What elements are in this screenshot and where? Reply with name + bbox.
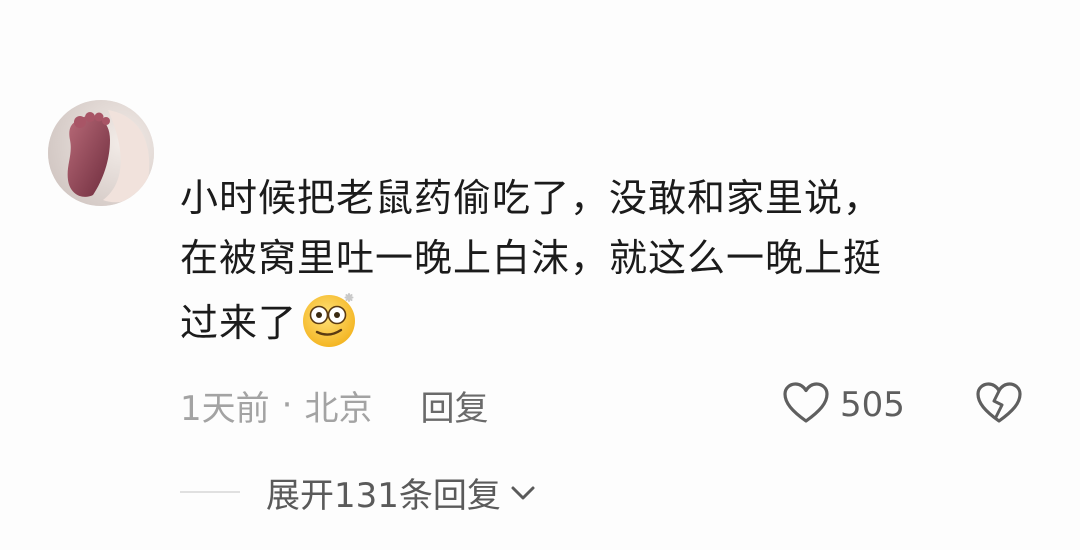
broken-heart-icon — [975, 381, 1023, 429]
heart-outline-icon — [782, 381, 830, 429]
divider-line — [180, 491, 240, 493]
comment-meta: 1天前 · 北京 回复 — [180, 380, 488, 430]
expand-replies-row: 展开131条回复 — [180, 468, 537, 516]
comment-location: 北京 — [304, 388, 373, 429]
expand-replies-button[interactable]: 展开131条回复 — [266, 468, 537, 517]
comment-line: 小时候把老鼠药偷吃了，没敢和家里说， — [180, 176, 883, 220]
comment-line-text: 过来了 — [180, 301, 298, 345]
dislike-button[interactable] — [974, 380, 1024, 430]
like-count: 505 — [840, 385, 905, 425]
comment-line-last: 过来了 — [180, 288, 1010, 367]
like-button[interactable]: 505 — [782, 380, 905, 430]
comment-text: 小时候把老鼠药偷吃了，没敢和家里说， 在被窝里吐一晚上白沫，就这么一晚上挺 过来… — [180, 168, 1010, 367]
dizzy-face-emoji-icon — [299, 288, 361, 367]
reply-button[interactable]: 回复 — [420, 381, 488, 430]
avatar-image — [48, 100, 154, 206]
meta-separator: · — [281, 385, 293, 425]
avatar[interactable] — [48, 100, 154, 206]
expand-replies-label: 展开131条回复 — [266, 475, 501, 516]
comment-line: 在被窝里吐一晚上白沫，就这么一晚上挺 — [180, 236, 883, 280]
comment-time: 1天前 — [180, 388, 270, 429]
comment-card: 小时候把老鼠药偷吃了，没敢和家里说， 在被窝里吐一晚上白沫，就这么一晚上挺 过来… — [0, 0, 1080, 550]
chevron-down-icon — [501, 472, 537, 512]
